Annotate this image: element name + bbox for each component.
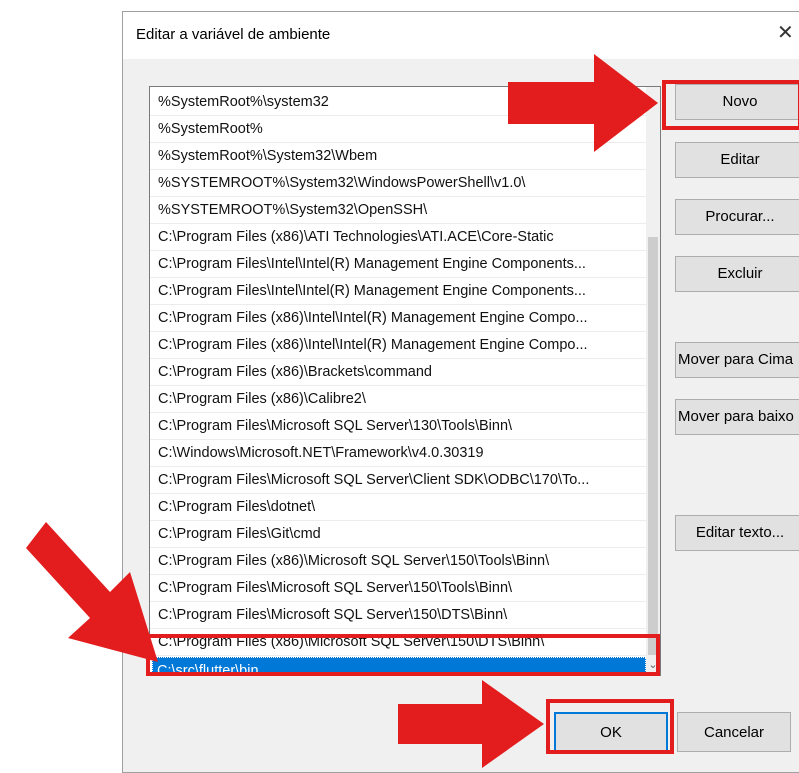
list-item[interactable]: C:\Program Files\Microsoft SQL Server\13…: [150, 413, 646, 440]
delete-button[interactable]: Excluir: [675, 256, 799, 292]
arrow-right-icon: [508, 54, 658, 152]
path-listbox[interactable]: %SystemRoot%\system32 %SystemRoot% %System…: [149, 86, 661, 676]
arrow-down-right-icon: [26, 522, 158, 662]
move-up-button[interactable]: Mover para Cima: [675, 342, 799, 378]
list-item[interactable]: C:\Program Files (x86)\Brackets\command: [150, 359, 646, 386]
list-item[interactable]: C:\Program Files (x86)\Intel\Intel(R) Ma…: [150, 332, 646, 359]
list-item[interactable]: C:\Program Files (x86)\Calibre2\: [150, 386, 646, 413]
edit-button[interactable]: Editar: [675, 142, 799, 178]
list-item[interactable]: C:\Program Files (x86)\ATI Technologies\…: [150, 224, 646, 251]
list-item[interactable]: C:\Program Files\Intel\Intel(R) Manageme…: [150, 278, 646, 305]
list-item[interactable]: C:\Program Files\Microsoft SQL Server\15…: [150, 602, 646, 629]
list-item[interactable]: C:\Windows\Microsoft.NET\Framework\v4.0.…: [150, 440, 646, 467]
vertical-scrollbar[interactable]: ⌄: [646, 87, 660, 675]
list-item[interactable]: %SYSTEMROOT%\System32\OpenSSH\: [150, 197, 646, 224]
list-item[interactable]: C:\Program Files (x86)\Intel\Intel(R) Ma…: [150, 305, 646, 332]
scroll-down-icon[interactable]: ⌄: [646, 657, 660, 673]
list-item-selected[interactable]: C:\src\flutter\bin: [152, 657, 646, 675]
ok-button[interactable]: OK: [554, 712, 668, 752]
list-item[interactable]: C:\Program Files (x86)\Microsoft SQL Ser…: [150, 548, 646, 575]
path-list-rows: %SystemRoot%\system32 %SystemRoot% %System…: [150, 89, 646, 675]
list-item[interactable]: C:\Program Files\Microsoft SQL Server\15…: [150, 575, 646, 602]
arrow-right-ok-icon: [398, 680, 544, 768]
list-item[interactable]: C:\Program Files\Microsoft SQL Server\Cl…: [150, 467, 646, 494]
scrollbar-thumb[interactable]: [648, 237, 658, 655]
list-item[interactable]: %SYSTEMROOT%\System32\WindowsPowerShell\…: [150, 170, 646, 197]
new-button[interactable]: Novo: [675, 84, 799, 120]
close-icon[interactable]: ✕: [777, 23, 794, 43]
title-bar: Editar a variável de ambiente ✕: [123, 12, 799, 59]
list-item[interactable]: C:\Program Files (x86)\Microsoft SQL Ser…: [150, 629, 646, 656]
cancel-button[interactable]: Cancelar: [677, 712, 791, 752]
browse-button[interactable]: Procurar...: [675, 199, 799, 235]
list-item[interactable]: C:\Program Files\dotnet\: [150, 494, 646, 521]
edit-text-button[interactable]: Editar texto...: [675, 515, 799, 551]
environment-variable-dialog: Editar a variável de ambiente ✕ %SystemR…: [122, 11, 799, 773]
list-item[interactable]: C:\Program Files\Intel\Intel(R) Manageme…: [150, 251, 646, 278]
dialog-title: Editar a variável de ambiente: [136, 26, 331, 43]
move-down-button[interactable]: Mover para baixo: [675, 399, 799, 435]
list-item[interactable]: C:\Program Files\Git\cmd: [150, 521, 646, 548]
